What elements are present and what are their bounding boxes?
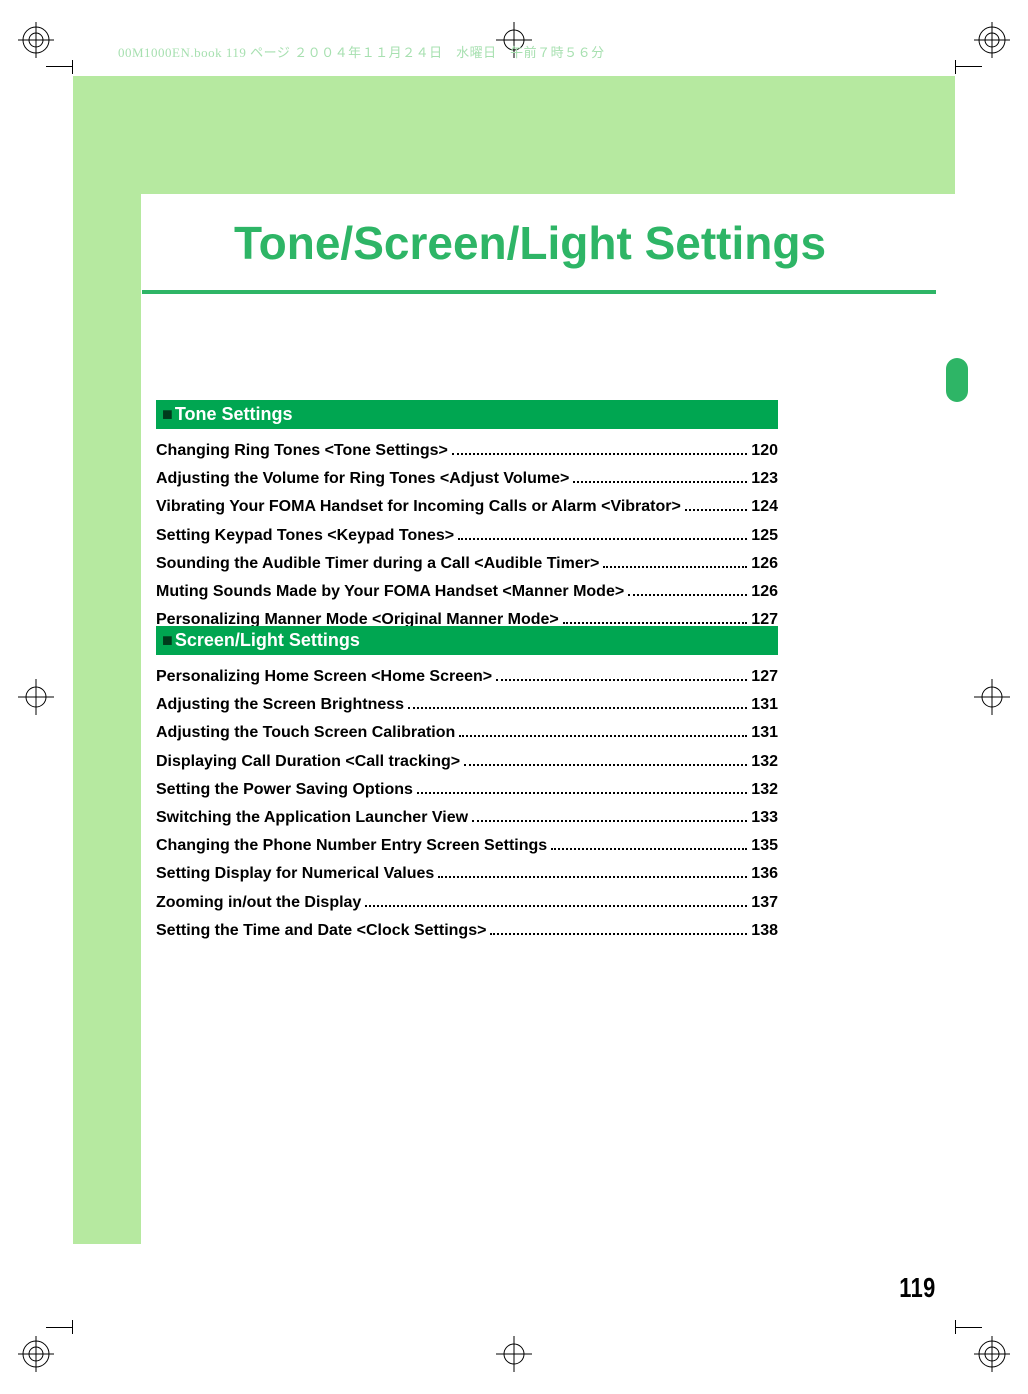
leader-dots [563,622,748,624]
toc-page: 125 [751,524,778,547]
leader-dots [685,509,747,511]
registration-mark-icon [974,22,1010,58]
toc-entry: Personalizing Home Screen <Home Screen> 1… [156,665,778,688]
leader-dots [464,764,747,766]
crop-mark-icon [955,1320,956,1334]
crop-mark-icon [72,60,73,74]
toc-page: 136 [751,862,778,885]
toc-entry: Vibrating Your FOMA Handset for Incoming… [156,495,778,518]
leader-dots [438,876,747,878]
toc-title: Changing the Phone Number Entry Screen S… [156,834,547,857]
toc-title: Vibrating Your FOMA Handset for Incoming… [156,495,681,518]
toc-title: Setting the Power Saving Options [156,778,413,801]
toc-title: Adjusting the Screen Brightness [156,693,404,716]
square-bullet-icon: ■ [162,630,173,650]
toc-title: Changing Ring Tones <Tone Settings> [156,439,448,462]
leader-dots [551,848,747,850]
toc-page: 131 [751,721,778,744]
toc-page: 126 [751,580,778,603]
crop-mark-icon [46,66,72,67]
leader-dots [573,481,747,483]
section-heading-bar: ■Screen/Light Settings [156,626,778,655]
leader-dots [472,820,747,822]
crop-mark-icon [956,66,982,67]
section-tab-icon [946,358,968,402]
toc-page: 124 [751,495,778,518]
section-heading-label: Screen/Light Settings [175,630,360,650]
toc-entry: Zooming in/out the Display 137 [156,891,778,914]
toc-entry: Setting Display for Numerical Values 136 [156,862,778,885]
registration-mark-icon [974,1336,1010,1372]
toc-title: Setting Keypad Tones <Keypad Tones> [156,524,454,547]
section-heading-bar: ■Tone Settings [156,400,778,429]
leader-dots [452,453,747,455]
registration-mark-icon [18,679,54,715]
leader-dots [496,679,747,681]
toc-entry: Adjusting the Screen Brightness 131 [156,693,778,716]
toc-page: 123 [751,467,778,490]
file-meta-header: 00M1000EN.book 119 ページ ２００４年１１月２４日 水曜日 午… [118,42,605,61]
toc-title: Sounding the Audible Timer during a Call… [156,552,599,575]
toc-entry: Changing Ring Tones <Tone Settings> 120 [156,439,778,462]
toc-entry: Changing the Phone Number Entry Screen S… [156,834,778,857]
toc-title: Adjusting the Volume for Ring Tones <Adj… [156,467,569,490]
toc-page: 133 [751,806,778,829]
toc-page: 135 [751,834,778,857]
toc-entry: Displaying Call Duration <Call tracking>… [156,750,778,773]
toc-entry: Muting Sounds Made by Your FOMA Handset … [156,580,778,603]
page-number: 119 [900,1272,936,1304]
toc-entry: Setting the Time and Date <Clock Setting… [156,919,778,942]
crop-mark-icon [46,1327,72,1328]
leader-dots [459,735,747,737]
page-title: Tone/Screen/Light Settings [132,216,928,270]
toc-section-screen-light: ■Screen/Light Settings Personalizing Hom… [156,626,778,947]
toc-title: Displaying Call Duration <Call tracking> [156,750,460,773]
leader-dots [365,905,747,907]
toc-entry: Adjusting the Volume for Ring Tones <Adj… [156,467,778,490]
toc-page: 137 [751,891,778,914]
registration-mark-icon [18,1336,54,1372]
page-banner [73,76,955,194]
toc-entry: Setting Keypad Tones <Keypad Tones> 125 [156,524,778,547]
toc-page: 132 [751,750,778,773]
toc-title: Setting the Time and Date <Clock Setting… [156,919,486,942]
square-bullet-icon: ■ [162,404,173,424]
toc-entry: Adjusting the Touch Screen Calibration 13… [156,721,778,744]
toc-entry: Switching the Application Launcher View 1… [156,806,778,829]
leader-dots [490,933,747,935]
leader-dots [408,707,747,709]
section-heading-label: Tone Settings [175,404,293,424]
registration-mark-icon [496,1336,532,1372]
crop-mark-icon [956,1327,982,1328]
toc-title: Adjusting the Touch Screen Calibration [156,721,455,744]
toc-title: Setting Display for Numerical Values [156,862,434,885]
toc-page: 126 [751,552,778,575]
toc-title: Muting Sounds Made by Your FOMA Handset … [156,580,624,603]
toc-title: Personalizing Home Screen <Home Screen> [156,665,492,688]
crop-mark-icon [72,1320,73,1334]
toc-entry: Sounding the Audible Timer during a Call… [156,552,778,575]
toc-title: Switching the Application Launcher View [156,806,468,829]
toc-page: 120 [751,439,778,462]
toc-page: 131 [751,693,778,716]
toc-entry: Setting the Power Saving Options 132 [156,778,778,801]
page-sidebar-fill [73,194,141,1244]
toc-page: 132 [751,778,778,801]
registration-mark-icon [18,22,54,58]
leader-dots [458,538,747,540]
toc-page: 127 [751,665,778,688]
title-rule [142,290,936,294]
registration-mark-icon [974,679,1010,715]
crop-mark-icon [955,60,956,74]
toc-title: Zooming in/out the Display [156,891,361,914]
leader-dots [603,566,747,568]
leader-dots [417,792,747,794]
leader-dots [628,594,747,596]
toc-section-tone: ■Tone Settings Changing Ring Tones <Tone… [156,400,778,636]
toc-page: 138 [751,919,778,942]
